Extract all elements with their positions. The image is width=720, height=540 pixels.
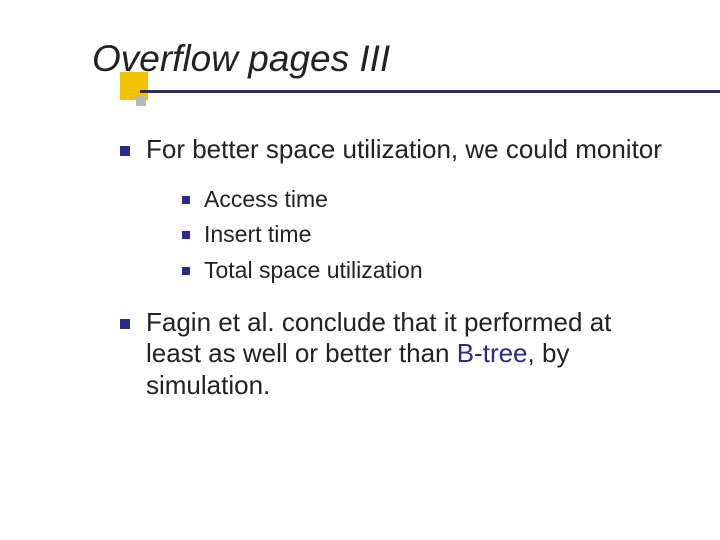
square-bullet-icon — [182, 267, 190, 275]
slide-content: For better space utilization, we could m… — [0, 88, 720, 402]
square-bullet-icon — [182, 196, 190, 204]
accent-box-gray — [136, 96, 146, 106]
sub-bullet-text: Total space utilization — [204, 257, 423, 283]
slide: Overflow pages III For better space util… — [0, 0, 720, 540]
bullet-item-1: For better space utilization, we could m… — [120, 134, 670, 289]
bullet-list: For better space utilization, we could m… — [120, 134, 670, 402]
sub-bullet-text: Insert time — [204, 221, 311, 247]
sub-bullet-item: Insert time — [182, 217, 670, 253]
title-area: Overflow pages III — [0, 0, 720, 80]
sub-bullet-text: Access time — [204, 186, 328, 212]
square-bullet-icon — [120, 146, 130, 156]
btree-term: B-tree — [457, 338, 528, 368]
sub-bullet-item: Access time — [182, 182, 670, 218]
square-bullet-icon — [182, 231, 190, 239]
square-bullet-icon — [120, 319, 130, 329]
sub-bullet-item: Total space utilization — [182, 253, 670, 289]
slide-title: Overflow pages III — [92, 38, 720, 80]
title-underline — [140, 90, 720, 93]
bullet-item-2: Fagin et al. conclude that it performed … — [120, 307, 670, 402]
bullet-text: For better space utilization, we could m… — [146, 134, 662, 164]
sub-bullet-list: Access time Insert time Total space util… — [182, 182, 670, 289]
